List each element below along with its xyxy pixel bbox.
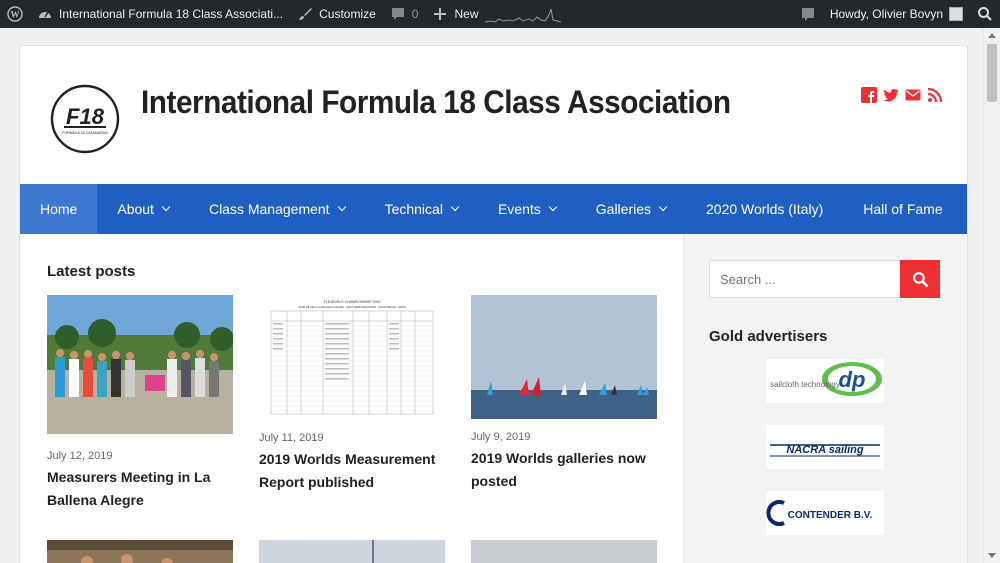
my-account-menu[interactable]: Howdy, Olivier Bovyn (823, 0, 970, 28)
gold-advertisers-title: Gold advertisers (709, 328, 828, 345)
comments-count: 0 (411, 7, 419, 21)
chevron-down-icon (161, 202, 171, 212)
nav-label: 2020 Worlds (Italy) (706, 201, 824, 217)
nav-item-about[interactable]: About (97, 184, 189, 234)
customize-link[interactable]: Customize (290, 0, 383, 28)
email-icon[interactable] (905, 87, 921, 103)
site-logo[interactable]: F18 FORMULA 18 CATAMARAN (50, 84, 120, 154)
new-content-menu[interactable]: New (425, 0, 567, 28)
new-label: New (454, 7, 479, 21)
site-container: F18 FORMULA 18 CATAMARAN International F… (19, 45, 968, 563)
post-date: July 12, 2019 (47, 450, 113, 462)
post-thumbnail-partial[interactable] (259, 540, 445, 563)
sidebar: Gold advertisers dp sailcloth technology… (683, 234, 967, 563)
advertiser-sailcloth-technology[interactable]: dp sailcloth technology (766, 359, 884, 403)
nav-label: Galleries (595, 201, 652, 217)
nav-item-home[interactable]: Home (20, 184, 98, 234)
post-thumbnail-partial[interactable] (471, 540, 657, 563)
advertiser-contender[interactable]: CONTENDER B.V. (766, 491, 884, 535)
stats-sparkline-icon (484, 8, 561, 23)
doc-heading: F18 WORLD CHAMPIONSHIP 2019 (324, 300, 381, 304)
chevron-down-icon (658, 202, 668, 212)
nav-item-events[interactable]: Events (478, 184, 576, 234)
wordpress-icon: W (7, 6, 23, 22)
wp-logo-menu[interactable]: W (0, 0, 30, 28)
customize-label: Customize (319, 7, 376, 21)
post-date: July 11, 2019 (259, 432, 324, 444)
nav-item-technical[interactable]: Technical (365, 184, 478, 234)
nav-label: About (117, 201, 154, 217)
chevron-down-icon (450, 202, 460, 212)
site-name-label: International Formula 18 Class Associati… (59, 7, 284, 21)
post-thumbnail-regatta[interactable] (471, 295, 657, 419)
post-title[interactable]: 2019 Worlds galleries now posted (471, 447, 657, 493)
logo-subtext: FORMULA 18 CATAMARAN (62, 131, 108, 135)
ad-label: CONTENDER B.V. (788, 510, 873, 521)
social-icons (861, 87, 943, 103)
comment-icon (391, 8, 404, 20)
post-thumbnail-partial[interactable] (47, 540, 233, 563)
scroll-up-icon[interactable] (988, 33, 996, 38)
nav-label: Events (497, 201, 541, 217)
search-submit-button[interactable] (900, 260, 940, 298)
latest-posts-title: Latest posts (47, 263, 136, 280)
scrollbar-thumb[interactable] (987, 44, 997, 102)
nav-label: Home (40, 201, 78, 217)
ad-label: sailcloth technology (770, 380, 840, 389)
nav-label: Class Management (208, 201, 330, 217)
twitter-icon[interactable] (883, 87, 899, 103)
advertiser-nacra-sailing[interactable]: NACRA sailing (766, 425, 884, 469)
logo-text: F18 (66, 104, 105, 129)
comments-link[interactable]: 0 (383, 0, 426, 28)
chevron-down-icon (337, 202, 346, 212)
nav-item-galleries[interactable]: Galleries (576, 184, 686, 234)
search-icon (978, 7, 992, 21)
search-icon (912, 271, 928, 287)
avatar (949, 7, 963, 21)
dashboard-icon (39, 11, 51, 18)
rss-icon[interactable] (927, 87, 943, 103)
facebook-icon[interactable] (861, 87, 877, 103)
chevron-down-icon (548, 202, 558, 212)
page-scrollbar[interactable] (983, 28, 1000, 563)
main-navigation: Home About Class Management Technical Ev… (20, 184, 967, 234)
post-date: July 9, 2019 (471, 431, 531, 443)
post-title[interactable]: Measurers Meeting in La Ballena Alegre (47, 466, 233, 512)
site-name-menu[interactable]: International Formula 18 Class Associati… (30, 0, 290, 28)
wp-admin-bar: W International Formula 18 Class Associa… (0, 0, 1000, 28)
scroll-down-icon[interactable] (988, 553, 996, 558)
notifications-button[interactable] (793, 0, 823, 28)
search-input[interactable] (709, 260, 900, 298)
search-form (709, 260, 940, 298)
post-thumbnail-measurement-table[interactable]: F18 WORLD CHAMPIONSHIP 2019 CLUB DE VELA… (259, 295, 445, 420)
doc-subheading: CLUB DE VELA LA BALLENA ALEGRE - SANT PE… (298, 305, 406, 309)
ad-mark: dp (839, 367, 866, 392)
main-content: Latest posts July 12, 2019 Measurers Mee… (20, 234, 683, 563)
nav-item-2020-worlds[interactable]: 2020 Worlds (Italy) (686, 184, 843, 234)
nav-label: Technical (384, 201, 443, 217)
ad-label: NACRA sailing (786, 444, 863, 456)
brush-icon (299, 8, 313, 20)
post-thumbnail-group-photo[interactable] (47, 295, 233, 434)
post-card: July 9, 2019 2019 Worlds galleries now p… (471, 295, 657, 493)
nav-item-class-management[interactable]: Class Management (189, 184, 365, 234)
nav-label: Hall of Fame (863, 201, 943, 217)
post-card: July 12, 2019 Measurers Meeting in La Ba… (47, 295, 233, 512)
admin-search-button[interactable] (970, 0, 1000, 28)
howdy-label: Howdy, Olivier Bovyn (829, 7, 943, 21)
plus-icon (434, 8, 447, 20)
svg-text:W: W (11, 10, 20, 20)
post-card: F18 WORLD CHAMPIONSHIP 2019 CLUB DE VELA… (259, 295, 445, 494)
site-title[interactable]: International Formula 18 Class Associati… (141, 84, 731, 121)
post-title[interactable]: 2019 Worlds Measurement Report published (259, 448, 445, 494)
notification-icon (801, 8, 814, 21)
nav-item-hall-of-fame[interactable]: Hall of Fame (843, 184, 962, 234)
